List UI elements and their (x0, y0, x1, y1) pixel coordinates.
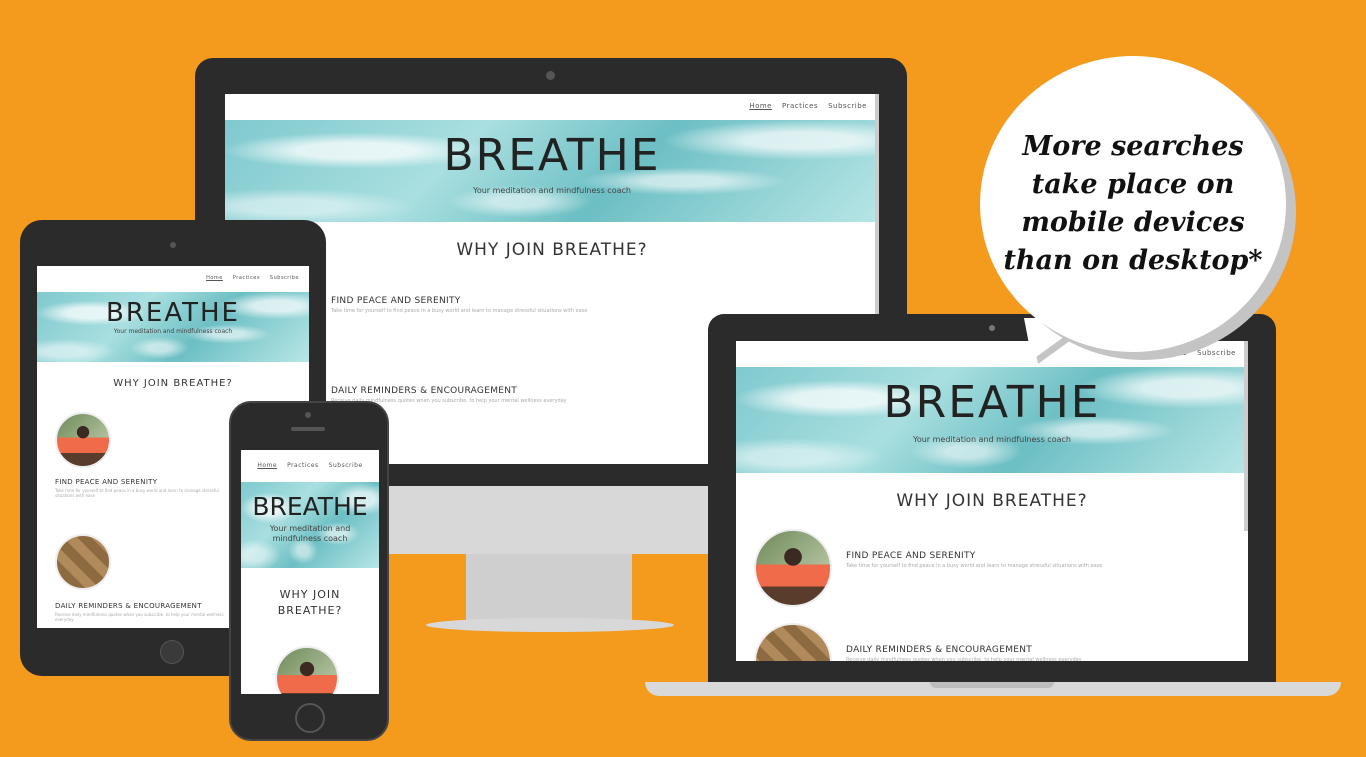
laptop-feature1-title: FIND PEACE AND SERENITY (846, 551, 976, 561)
desktop-feature1-title: FIND PEACE AND SERENITY (331, 296, 461, 306)
laptop-brand: BREATHE (883, 377, 1101, 428)
laptop-feature2-desc: Receive daily mindfulness quotes when yo… (846, 657, 1082, 661)
laptop-hero: BREATHE Your meditation and mindfulness … (736, 367, 1248, 473)
phone-tagline: Your meditation and mindfulness coach (269, 524, 351, 543)
laptop-camera-icon (989, 325, 995, 331)
phone-avatar-person (275, 646, 339, 694)
tablet-nav-practices[interactable]: Practices (233, 275, 260, 281)
tablet-brand: BREATHE (106, 298, 240, 328)
desktop-brand: BREATHE (443, 130, 661, 181)
phone-hero: BREATHE Your meditation and mindfulness … (241, 482, 379, 568)
bubble-text: More searches take place on mobile devic… (1003, 131, 1263, 276)
tablet-hero: BREATHE Your meditation and mindfulness … (37, 292, 309, 362)
nav-home[interactable]: Home (749, 102, 772, 110)
tablet-tagline: Your meditation and mindfulness coach (113, 328, 233, 335)
tablet-why-heading: WHY JOIN BREATHE? (113, 378, 233, 389)
desktop-nav: Home Practices Subscribe (749, 102, 867, 110)
phone-home-button[interactable] (295, 703, 325, 733)
tablet-feature1-title: FIND PEACE AND SERENITY (55, 478, 158, 486)
laptop-screen: ces Subscribe BREATHE Your meditation an… (736, 341, 1248, 661)
laptop-notch (930, 682, 1054, 688)
laptop-nav-subscribe[interactable]: Subscribe (1197, 349, 1236, 357)
laptop-tagline: Your meditation and mindfulness coach (913, 435, 1071, 444)
phone-camera-icon (305, 412, 311, 418)
camera-icon (546, 71, 555, 80)
nav-practices[interactable]: Practices (782, 102, 818, 110)
tablet-home-button[interactable] (160, 640, 184, 664)
laptop-feature1-desc: Take time for yourself to find peace in … (846, 563, 1103, 569)
laptop-nav: ces Subscribe (1174, 349, 1236, 357)
nav-subscribe[interactable]: Subscribe (828, 102, 867, 110)
laptop-feature2-title: DAILY REMINDERS & ENCOURAGEMENT (846, 645, 1033, 655)
laptop-scrollbar[interactable] (1244, 341, 1248, 531)
laptop-nav-practices[interactable]: ces (1174, 349, 1187, 357)
tablet-feature2-title: DAILY REMINDERS & ENCOURAGEMENT (55, 602, 202, 610)
tablet-nav-subscribe[interactable]: Subscribe (270, 275, 299, 281)
phone: Home Practices Subscribe BREATHE Your me… (229, 401, 389, 741)
desktop-feature2-title: DAILY REMINDERS & ENCOURAGEMENT (331, 386, 518, 396)
tablet-avatar-person (55, 412, 111, 468)
phone-speaker (291, 427, 325, 431)
tablet-nav: Home Practices Subscribe (206, 275, 299, 281)
phone-nav: Home Practices Subscribe (241, 462, 379, 469)
laptop-lid: ces Subscribe BREATHE Your meditation an… (708, 314, 1276, 690)
phone-why-line2: BREATHE? (277, 604, 343, 617)
phone-brand: BREATHE (252, 492, 368, 521)
desktop-hero: BREATHE Your meditation and mindfulness … (225, 120, 879, 222)
monitor-base (426, 618, 674, 632)
tablet-avatar-tiles (55, 534, 111, 590)
desktop-feature1-desc: Take time for yourself to find peace in … (331, 308, 588, 314)
tablet-camera-icon (170, 242, 176, 248)
tablet-feature2-desc: Receive daily mindfulness quotes when yo… (55, 612, 224, 622)
phone-nav-home[interactable]: Home (257, 462, 277, 469)
phone-nav-practices[interactable]: Practices (287, 462, 319, 469)
laptop-why-heading: WHY JOIN BREATHE? (896, 491, 1088, 511)
desktop-tagline: Your meditation and mindfulness coach (473, 186, 631, 195)
laptop-avatar-tiles (754, 623, 832, 661)
phone-screen: Home Practices Subscribe BREATHE Your me… (241, 450, 379, 694)
phone-why-line1: WHY JOIN (279, 588, 341, 601)
tablet-nav-home[interactable]: Home (206, 275, 223, 281)
tablet-feature1-desc: Take time for yourself to find peace in … (55, 488, 219, 498)
phone-nav-subscribe[interactable]: Subscribe (329, 462, 363, 469)
laptop-avatar-person (754, 529, 832, 607)
monitor-stand (466, 554, 632, 620)
speech-bubble: More searches take place on mobile devic… (980, 56, 1286, 352)
